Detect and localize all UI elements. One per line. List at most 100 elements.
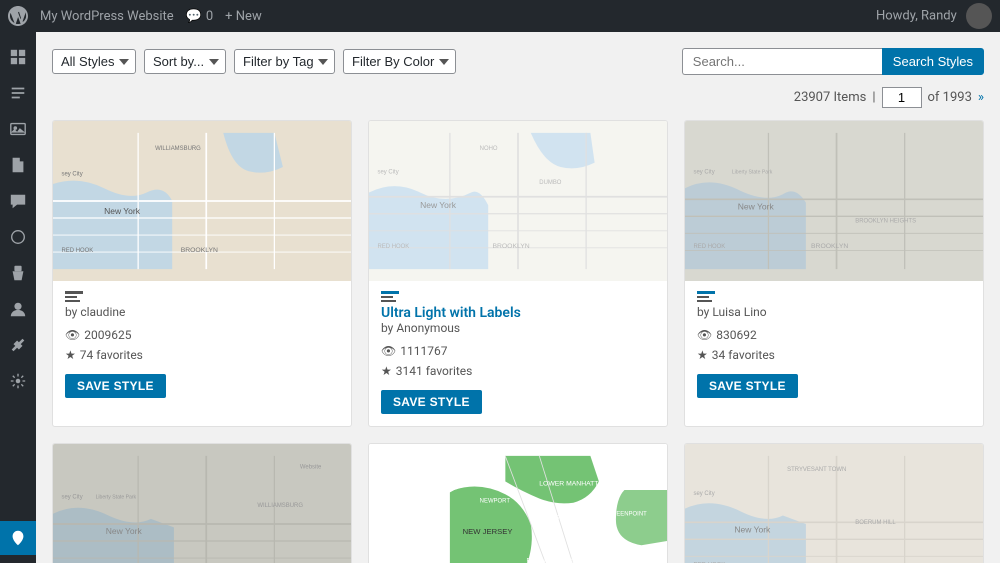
svg-text:STRYVESANT TOWN: STRYVESANT TOWN (787, 467, 846, 473)
svg-text:sey City: sey City (62, 171, 83, 177)
card-header-icons-2 (381, 291, 655, 303)
svg-text:BROOKLYN: BROOKLYN (181, 247, 218, 254)
svg-text:LOWER MANHATTAN: LOWER MANHATTAN (539, 480, 607, 487)
sidebar-icon-pages[interactable] (0, 148, 36, 182)
style-type-icon-2 (381, 291, 399, 303)
sidebar-icon-settings[interactable] (0, 364, 36, 398)
card-info-1: by claudine 👁 2009625 ★ 74 favorites SAV… (53, 281, 351, 410)
svg-text:NEW JERSEY: NEW JERSEY (463, 527, 513, 536)
search-button[interactable]: Search Styles (882, 48, 984, 75)
filter-color-select[interactable]: Filter By Color (343, 49, 456, 74)
sidebar-icon-mappress[interactable] (0, 521, 36, 555)
card-stats-1: 👁 2009625 ★ 74 favorites (65, 325, 339, 366)
adminbar-greeting: Howdy, Randy (876, 3, 992, 29)
style-card-1: New York sey City WILLIAMSBURG BROOKLYN … (52, 120, 352, 427)
svg-text:RED HOOK: RED HOOK (694, 244, 726, 250)
eye-icon-3: 👁 (697, 325, 712, 345)
sidebar-icon-plugins[interactable] (0, 256, 36, 290)
svg-text:Liberty State Park: Liberty State Park (732, 170, 773, 176)
sidebar-icon-comments[interactable] (0, 184, 36, 218)
svg-text:New York: New York (420, 200, 457, 210)
map-thumbnail-4: New York sey City Liberty State Park BRO… (53, 444, 351, 563)
svg-text:RED HOOK: RED HOOK (378, 244, 410, 250)
style-card-6: New York sey City STRYVESANT TOWN BROOKL… (684, 443, 984, 563)
svg-text:sey City: sey City (378, 170, 399, 176)
svg-text:BROOKLYN: BROOKLYN (492, 243, 529, 250)
styles-grid: New York sey City WILLIAMSBURG BROOKLYN … (52, 120, 984, 563)
svg-text:New York: New York (738, 202, 775, 212)
svg-text:NOHO: NOHO (480, 146, 498, 152)
adminbar-new[interactable]: + New (225, 9, 262, 24)
sidebar-icon-appearance[interactable] (0, 220, 36, 254)
svg-text:BOERUM HILL: BOERUM HILL (855, 520, 896, 526)
sidebar-icon-tools[interactable] (0, 328, 36, 362)
sidebar-icon-posts[interactable] (0, 76, 36, 110)
svg-text:GREENPOINT: GREENPOINT (607, 511, 647, 517)
save-style-button-2[interactable]: SAVE STYLE (381, 390, 482, 414)
style-card-3: New York sey City Liberty State Park BRO… (684, 120, 984, 427)
total-pages: of 1993 (928, 90, 972, 105)
card-info-3: by Luisa Lino 👁 830692 ★ 34 favorites SA… (685, 281, 983, 410)
svg-text:New York: New York (106, 526, 143, 536)
svg-text:New York: New York (734, 524, 771, 534)
svg-text:Website: Website (300, 464, 322, 470)
svg-text:WILLIAMSBURG: WILLIAMSBURG (257, 503, 303, 509)
svg-text:RED HOOK: RED HOOK (62, 248, 94, 254)
svg-text:sey City: sey City (694, 491, 715, 497)
card-title-2[interactable]: Ultra Light with Labels (381, 305, 521, 321)
card-stats-2: 👁 1111767 ★ 3141 favorites (381, 341, 655, 382)
eye-icon-1: 👁 (65, 325, 80, 345)
svg-text:sey City: sey City (62, 494, 83, 500)
map-thumbnail-2: New York sey City NOHO BROOKLYN DUMBO RE… (369, 121, 667, 281)
all-styles-select[interactable]: All Styles (52, 49, 136, 74)
save-style-button-3[interactable]: SAVE STYLE (697, 374, 798, 398)
search-input[interactable] (682, 48, 882, 75)
style-type-icon-1 (65, 291, 83, 303)
adminbar-comments[interactable]: 💬 0 (186, 9, 214, 24)
adminbar-site-name[interactable]: My WordPress Website (40, 9, 174, 24)
style-card-2: New York sey City NOHO BROOKLYN DUMBO RE… (368, 120, 668, 427)
map-thumbnail-6: New York sey City STRYVESANT TOWN BROOKL… (685, 444, 983, 563)
svg-text:WILLIAMSBURG: WILLIAMSBURG (155, 146, 201, 152)
star-icon-1: ★ (65, 345, 76, 365)
main-layout: All Styles Sort by... Filter by Tag Filt… (0, 32, 1000, 563)
sidebar-icon-users[interactable] (0, 292, 36, 326)
svg-text:NEWPORT: NEWPORT (480, 498, 511, 504)
svg-text:New York: New York (104, 206, 141, 216)
next-page-nav[interactable]: » (978, 90, 984, 105)
save-style-button-1[interactable]: SAVE STYLE (65, 374, 166, 398)
svg-text:BROOKLYN HEIGHTS: BROOKLYN HEIGHTS (527, 558, 588, 563)
map-thumbnail-1: New York sey City WILLIAMSBURG BROOKLYN … (53, 121, 351, 281)
sidebar-icon-media[interactable] (0, 112, 36, 146)
map-thumbnail-5: NEW JERSEY LOWER MANHATTAN WILLIAMSBURG … (369, 444, 667, 563)
search-wrapper: Search Styles (682, 48, 984, 75)
svg-text:WILLIAMSBURG: WILLIAMSBURG (531, 516, 577, 522)
svg-text:DUMBO: DUMBO (539, 180, 562, 186)
sort-by-select[interactable]: Sort by... (144, 49, 226, 74)
style-card-4: New York sey City Liberty State Park BRO… (52, 443, 352, 563)
svg-text:BROOKLYN HEIGHTS: BROOKLYN HEIGHTS (855, 218, 916, 224)
svg-text:Liberty State Park: Liberty State Park (96, 494, 137, 500)
eye-icon-2: 👁 (381, 341, 396, 361)
page-input[interactable] (882, 87, 922, 108)
map-thumbnail-3: New York sey City Liberty State Park BRO… (685, 121, 983, 281)
card-info-2: Ultra Light with Labels by Anonymous 👁 1… (369, 281, 667, 426)
toolbar: All Styles Sort by... Filter by Tag Filt… (52, 48, 984, 75)
items-count: 23907 Items (794, 90, 867, 105)
filter-tag-select[interactable]: Filter by Tag (234, 49, 335, 74)
style-type-icon-3 (697, 291, 715, 303)
star-icon-3: ★ (697, 345, 708, 365)
card-stats-3: 👁 830692 ★ 34 favorites (697, 325, 971, 366)
wp-logo[interactable] (8, 6, 28, 26)
star-icon-2: ★ (381, 361, 392, 381)
style-card-5: NEW JERSEY LOWER MANHATTAN WILLIAMSBURG … (368, 443, 668, 563)
search-area: Search Styles (682, 48, 984, 75)
sidebar (0, 32, 36, 563)
card-author-2: by Anonymous (381, 321, 655, 335)
card-author-1: by claudine (65, 305, 339, 319)
admin-bar: My WordPress Website 💬 0 + New Howdy, Ra… (0, 0, 1000, 32)
sidebar-icon-dashboard[interactable] (0, 40, 36, 74)
main-content: All Styles Sort by... Filter by Tag Filt… (36, 32, 1000, 563)
card-author-3: by Luisa Lino (697, 305, 971, 319)
svg-text:BROOKLYN: BROOKLYN (811, 243, 848, 250)
